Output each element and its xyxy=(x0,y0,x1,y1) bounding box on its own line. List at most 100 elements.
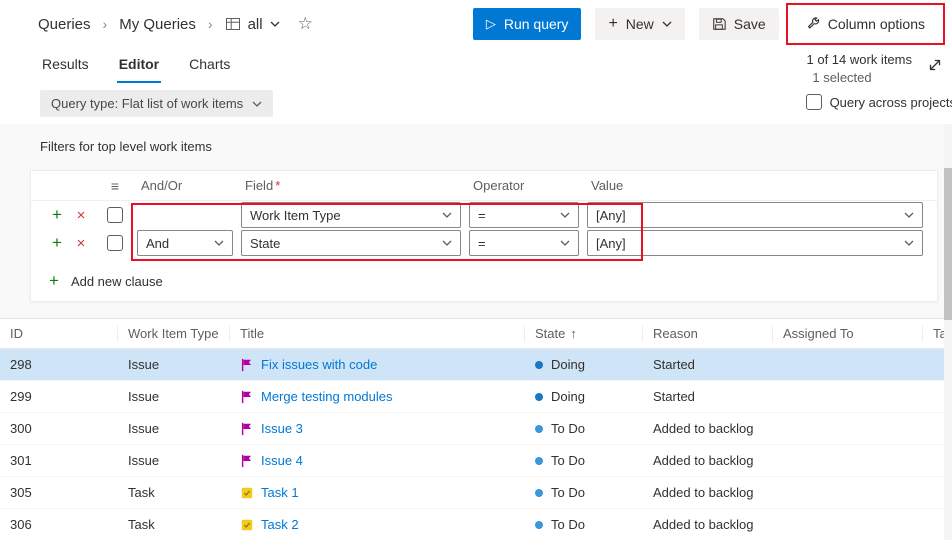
cell-id: 298 xyxy=(0,357,118,372)
work-item-link[interactable]: Task 1 xyxy=(261,485,299,500)
value-dropdown[interactable]: [Any] xyxy=(587,230,923,256)
cell-id: 299 xyxy=(0,389,118,404)
table-row[interactable]: 306 Task Task 2 To Do Added to backlog xyxy=(0,509,952,540)
table-row[interactable]: 305 Task Task 1 To Do Added to backlog xyxy=(0,477,952,509)
tab-charts[interactable]: Charts xyxy=(187,50,232,83)
issue-icon xyxy=(240,358,254,372)
cell-title: Fix issues with code xyxy=(230,357,525,372)
cell-id: 305 xyxy=(0,485,118,500)
cell-type: Issue xyxy=(118,389,230,404)
state-label: Doing xyxy=(551,357,585,372)
header-value: Value xyxy=(587,178,923,193)
insert-clause-button[interactable]: + xyxy=(45,205,69,225)
field-dropdown[interactable]: State xyxy=(241,230,461,256)
chevron-down-icon xyxy=(560,212,570,218)
header-id[interactable]: ID xyxy=(0,326,118,342)
results-table: ID Work Item Type Title State↑ Reason As… xyxy=(0,318,952,540)
filter-clause-row: + × Work Item Type = [Any] xyxy=(31,201,937,229)
work-item-link[interactable]: Fix issues with code xyxy=(261,357,377,372)
header-title[interactable]: Title xyxy=(230,326,525,342)
cell-title: Merge testing modules xyxy=(230,389,525,404)
cell-reason: Started xyxy=(643,389,773,404)
state-label: Doing xyxy=(551,389,585,404)
value-dropdown[interactable]: [Any] xyxy=(587,202,923,228)
filters-title: Filters for top level work items xyxy=(40,139,212,154)
tab-results[interactable]: Results xyxy=(40,50,91,83)
work-item-link[interactable]: Task 2 xyxy=(261,517,299,532)
remove-clause-button[interactable]: × xyxy=(69,207,93,224)
selected-count: 1 selected xyxy=(772,70,912,85)
insert-clause-button[interactable]: + xyxy=(45,233,69,253)
add-new-clause-label: Add new clause xyxy=(71,274,163,289)
clause-checkbox[interactable] xyxy=(107,235,123,251)
work-item-link[interactable]: Merge testing modules xyxy=(261,389,393,404)
state-dot xyxy=(535,457,543,465)
header-work-item-type[interactable]: Work Item Type xyxy=(118,326,230,342)
table-row[interactable]: 298 Issue Fix issues with code Doing Sta… xyxy=(0,349,952,381)
table-row[interactable]: 299 Issue Merge testing modules Doing St… xyxy=(0,381,952,413)
state-label: To Do xyxy=(551,421,585,436)
breadcrumb-my-queries[interactable]: My Queries xyxy=(119,16,196,33)
filter-clause-row: + × And State = xyxy=(31,229,937,257)
fullscreen-expand-icon[interactable] xyxy=(928,58,942,77)
cell-reason: Added to backlog xyxy=(643,421,773,436)
wrench-icon xyxy=(806,17,820,31)
query-name-dropdown[interactable]: all xyxy=(225,16,280,33)
cell-type: Issue xyxy=(118,357,230,372)
header-reason[interactable]: Reason xyxy=(643,326,773,342)
dropdown-value: State xyxy=(250,236,280,251)
cell-type: Issue xyxy=(118,421,230,436)
plus-icon: + xyxy=(49,271,59,291)
state-dot xyxy=(535,361,543,369)
andor-dropdown[interactable]: And xyxy=(137,230,233,256)
work-item-link[interactable]: Issue 4 xyxy=(261,453,303,468)
save-button[interactable]: Save xyxy=(699,8,779,40)
work-item-status: 1 of 14 work items 1 selected xyxy=(772,52,912,85)
new-button[interactable]: + New xyxy=(595,8,684,40)
table-row[interactable]: 301 Issue Issue 4 To Do Added to backlog xyxy=(0,445,952,477)
sort-ascending-icon: ↑ xyxy=(570,326,577,341)
query-type-label: Query type: Flat list of work items xyxy=(51,96,243,111)
chevron-down-icon xyxy=(214,240,224,246)
chevron-down-icon xyxy=(904,212,914,218)
tab-editor[interactable]: Editor xyxy=(117,50,161,83)
query-across-projects: Query across projects xyxy=(806,94,952,110)
header-assigned-to[interactable]: Assigned To xyxy=(773,326,923,342)
clause-checkbox[interactable] xyxy=(107,207,123,223)
play-icon: ▷ xyxy=(486,16,496,32)
query-type-dropdown[interactable]: Query type: Flat list of work items xyxy=(40,90,273,117)
work-item-link[interactable]: Issue 3 xyxy=(261,421,303,436)
dropdown-value: [Any] xyxy=(596,208,626,223)
operator-dropdown[interactable]: = xyxy=(469,202,579,228)
operator-dropdown[interactable]: = xyxy=(469,230,579,256)
header-operator: Operator xyxy=(469,178,579,193)
field-dropdown[interactable]: Work Item Type xyxy=(241,202,461,228)
header-state[interactable]: State↑ xyxy=(525,326,643,342)
table-row[interactable]: 300 Issue Issue 3 To Do Added to backlog xyxy=(0,413,952,445)
dropdown-value: And xyxy=(146,236,169,251)
header-andor: And/Or xyxy=(137,178,233,193)
chevron-down-icon xyxy=(662,21,672,27)
drag-handle-icon: ≡ xyxy=(111,178,119,194)
cell-title: Task 2 xyxy=(230,517,525,532)
query-across-checkbox[interactable] xyxy=(806,94,822,110)
run-query-button[interactable]: ▷ Run query xyxy=(473,8,582,40)
state-dot xyxy=(535,521,543,529)
filter-grid-header: ≡ And/Or Field* Operator Value xyxy=(31,171,937,201)
remove-clause-button[interactable]: × xyxy=(69,235,93,252)
breadcrumb-queries[interactable]: Queries xyxy=(38,16,91,33)
column-options-button[interactable]: Column options xyxy=(793,8,938,40)
vertical-scrollbar[interactable] xyxy=(944,124,952,540)
plus-icon: + xyxy=(608,15,617,33)
issue-icon xyxy=(240,454,254,468)
issue-icon xyxy=(240,422,254,436)
queries-editor-page: Queries › My Queries › all ☆ ▷ Run query… xyxy=(0,0,952,540)
favorite-star-icon[interactable]: ☆ xyxy=(298,14,313,34)
cell-id: 306 xyxy=(0,517,118,532)
chevron-down-icon xyxy=(560,240,570,246)
scrollbar-thumb[interactable] xyxy=(944,168,952,320)
query-across-label: Query across projects xyxy=(830,95,952,110)
run-query-label: Run query xyxy=(504,16,569,32)
cell-reason: Added to backlog xyxy=(643,485,773,500)
add-new-clause-button[interactable]: + Add new clause xyxy=(49,271,937,291)
